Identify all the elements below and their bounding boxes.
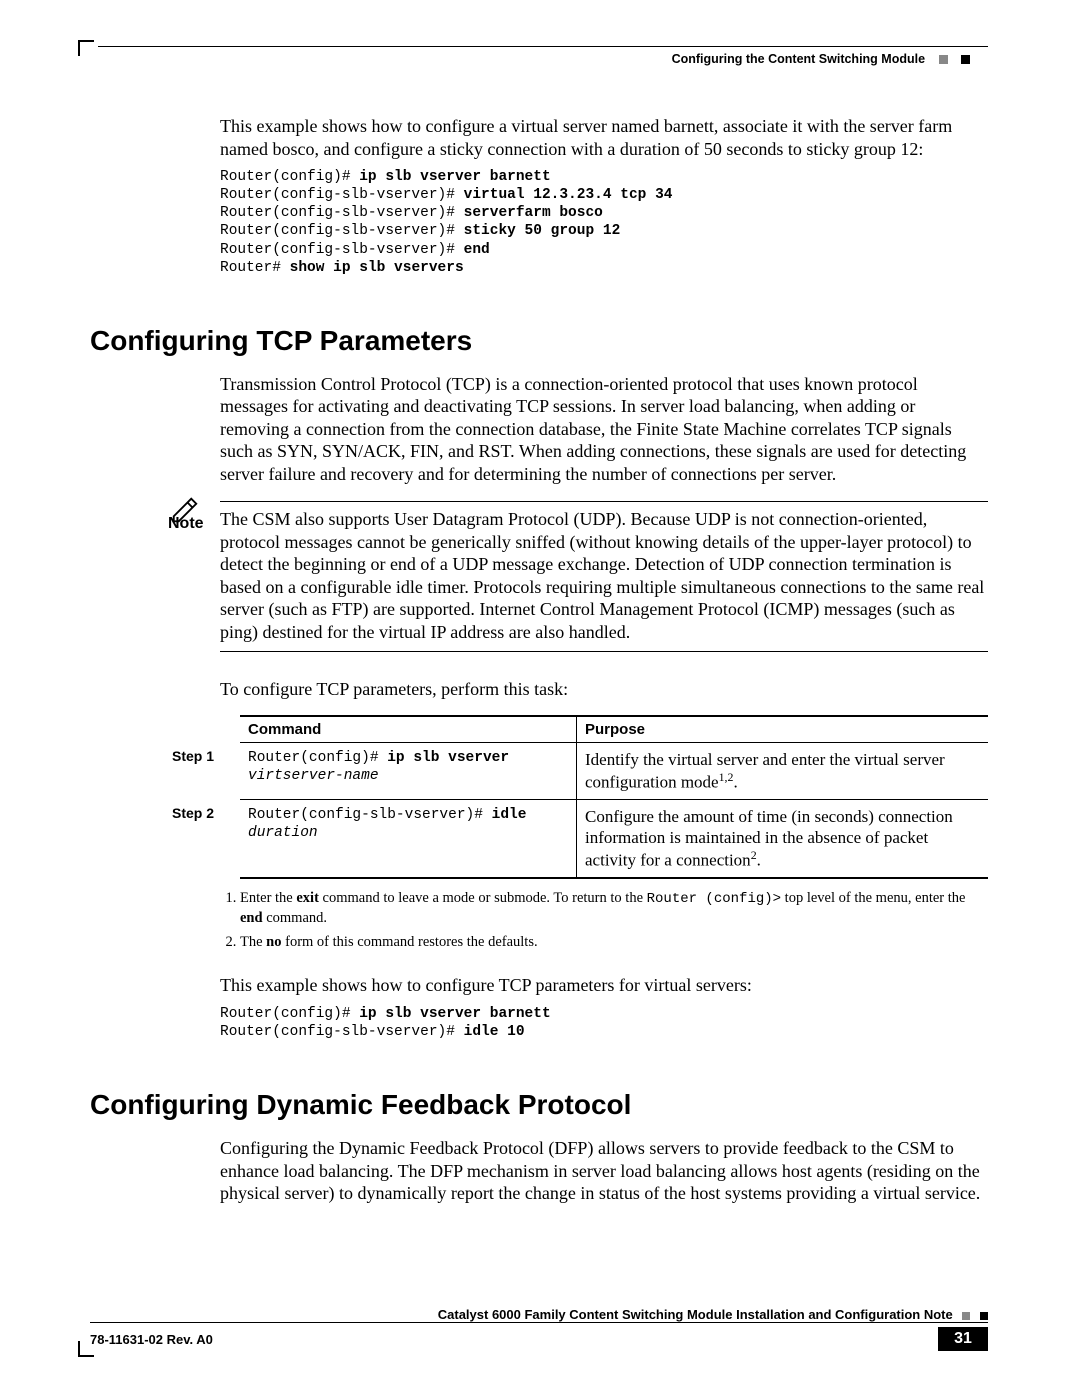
- section-tcp-heading: Configuring TCP Parameters: [90, 325, 988, 357]
- section-dfp-heading: Configuring Dynamic Feedback Protocol: [90, 1089, 988, 1121]
- table-row: Step 2 Router(config-slb-vserver)# idle …: [164, 799, 988, 878]
- header-rule: [98, 46, 988, 47]
- tcp-paragraph-2: To configure TCP parameters, perform thi…: [220, 678, 988, 701]
- footer-rule: [90, 1322, 988, 1323]
- cmd-cell: Router(config)# ip slb vservervirtserver…: [240, 742, 577, 799]
- table-row: Step 1 Router(config)# ip slb vservervir…: [164, 742, 988, 799]
- dfp-paragraph-1: Configuring the Dynamic Feedback Protoco…: [220, 1137, 988, 1205]
- running-head-text: Configuring the Content Switching Module: [672, 52, 925, 66]
- intro-code-block: Router(config)# ip slb vserver barnett R…: [220, 168, 988, 277]
- footnote-2: The no form of this command restores the…: [240, 933, 988, 953]
- step-label: Step 1: [164, 742, 240, 799]
- step-label: Step 2: [164, 799, 240, 878]
- note-label: Note: [168, 515, 204, 533]
- note-rule-top: [220, 501, 988, 502]
- purpose-cell: Configure the amount of time (in seconds…: [577, 799, 989, 878]
- page-number: 31: [938, 1327, 988, 1351]
- tcp-command-table: Command Purpose Step 1 Router(config)# i…: [164, 715, 988, 880]
- intro-paragraph: This example shows how to configure a vi…: [220, 115, 988, 160]
- header-square-dark: [961, 55, 970, 64]
- header-square-light: [939, 55, 948, 64]
- footer-square-dark: [980, 1312, 988, 1320]
- doc-number: 78-11631-02 Rev. A0: [90, 1332, 213, 1347]
- footer-square-light: [962, 1312, 970, 1320]
- running-head: Configuring the Content Switching Module: [672, 52, 970, 66]
- tcp-paragraph-1: Transmission Control Protocol (TCP) is a…: [220, 373, 988, 486]
- footer-title-text: Catalyst 6000 Family Content Switching M…: [438, 1307, 953, 1322]
- note-rule-bottom: [220, 651, 988, 652]
- note-body: The CSM also supports User Datagram Prot…: [220, 508, 988, 643]
- footnotes: Enter the exit command to leave a mode o…: [240, 889, 988, 952]
- cmd-cell: Router(config-slb-vserver)# idle duratio…: [240, 799, 577, 878]
- purpose-cell: Identify the virtual server and enter th…: [577, 742, 989, 799]
- tcp-code-block-2: Router(config)# ip slb vserver barnett R…: [220, 1005, 988, 1041]
- crop-mark-tl: [78, 40, 94, 56]
- tcp-paragraph-3: This example shows how to configure TCP …: [220, 974, 988, 997]
- page-footer: Catalyst 6000 Family Content Switching M…: [90, 1307, 988, 1351]
- footnote-1: Enter the exit command to leave a mode o…: [240, 889, 988, 928]
- th-purpose: Purpose: [577, 716, 989, 743]
- th-command: Command: [240, 716, 577, 743]
